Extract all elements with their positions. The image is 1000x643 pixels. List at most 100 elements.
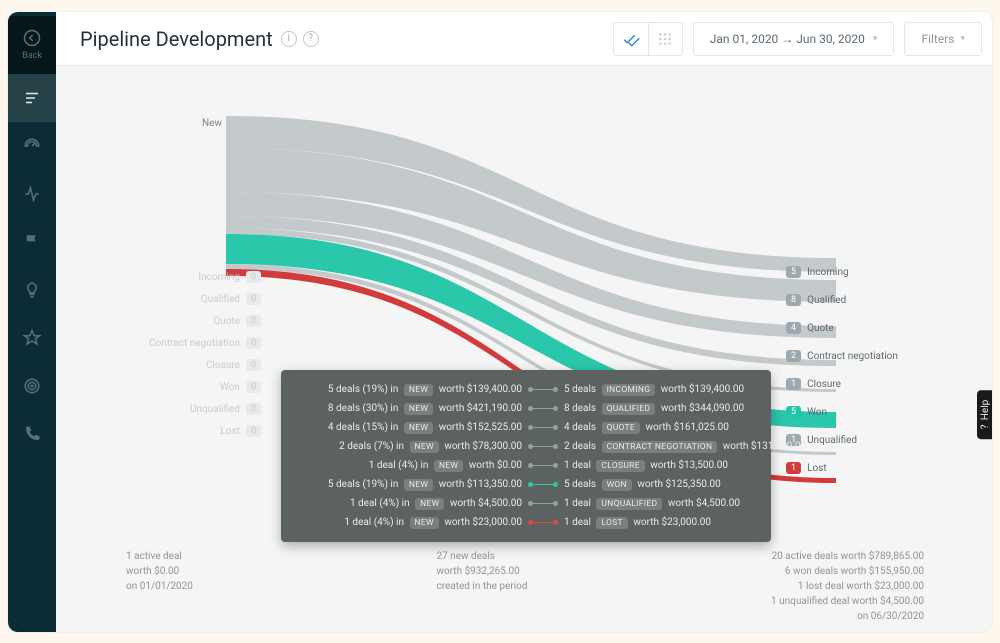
left-stage-row: Incoming0 <box>111 266 261 288</box>
right-stage-row[interactable]: 1Lost <box>786 454 936 482</box>
sidebar-item-call[interactable] <box>8 410 56 458</box>
help-icon[interactable]: ? <box>303 31 319 47</box>
footer-line: worth $0.00 <box>126 564 193 579</box>
filters-button[interactable]: Filters ▾ <box>904 22 982 56</box>
sidebar-item-sort[interactable] <box>8 74 56 122</box>
sidebar-item-star[interactable] <box>8 314 56 362</box>
stage-label: Contract negotiation <box>149 338 240 349</box>
tooltip-row: 4 deals (15%) in NEW worth $152,525.004 … <box>295 418 757 437</box>
left-stage-row: Qualified 0 <box>111 288 261 310</box>
right-stage-row[interactable]: 4 Quote <box>786 314 936 342</box>
chevron-down-icon: ▾ <box>873 34 878 44</box>
activity-icon <box>23 185 41 203</box>
footer-line: 1 lost deal worth $23,000.00 <box>771 579 924 594</box>
stage-label: Unqualified <box>190 404 240 415</box>
tooltip-right: 1 deal LOST worth $23,000.00 <box>556 517 757 528</box>
flag-icon <box>23 233 41 251</box>
stage-count-badge: 0 <box>246 337 261 349</box>
footer-line: on 06/30/2020 <box>771 609 924 624</box>
tooltip-left: 1 deal (4%) in NEW worth $4,500.00 <box>295 498 530 509</box>
stage-pill: NEW <box>410 441 439 453</box>
grid-icon <box>657 31 673 47</box>
stage-count-badge: 0 <box>246 403 261 415</box>
flow-connector <box>530 427 556 428</box>
flow-connector <box>530 522 556 523</box>
sidebar-item-idea[interactable] <box>8 266 56 314</box>
left-stage-row: Lost 0 <box>111 420 261 442</box>
right-stage-row[interactable]: 1Closure <box>786 370 936 398</box>
left-stage-list: Incoming0Qualified0Quote0Contract negoti… <box>111 266 261 442</box>
left-stage-row: Unqualified 0 <box>111 398 261 420</box>
chart-view-toggle[interactable] <box>614 23 648 55</box>
tooltip-row: 2 deals (7%) in NEW worth $78,300.002 de… <box>295 437 757 456</box>
stage-label: Contract negotiation <box>807 351 898 362</box>
back-button[interactable]: Back <box>8 16 56 74</box>
stage-pill: NEW <box>404 384 433 396</box>
stage-pill: NEW <box>415 498 444 510</box>
stage-label: Quote <box>807 323 834 334</box>
stage-pill: QUALIFIED <box>602 403 656 415</box>
sidebar-item-flag[interactable] <box>8 218 56 266</box>
filters-label: Filters <box>921 32 954 46</box>
stage-pill: NEW <box>404 479 433 491</box>
tooltip-right: 1 deal CLOSURE worth $13,500.00 <box>556 460 757 471</box>
tooltip-left: 5 deals (19%) in NEW worth $139,400.00 <box>295 384 530 395</box>
right-stage-row[interactable]: 1Unqualified <box>786 426 936 454</box>
stage-pill: NEW <box>404 422 433 434</box>
stage-pill: LOST <box>596 517 627 529</box>
stage-pill: QUOTE <box>602 422 641 434</box>
stage-label: Lost <box>220 426 240 437</box>
flow-connector <box>530 408 556 409</box>
tooltip-row: 1 deal (4%) in NEW worth $4,500.00 1 deal… <box>295 494 757 513</box>
right-stage-row[interactable]: 8Qualified <box>786 286 936 314</box>
stage-pill: NEW <box>404 403 433 415</box>
tooltip-left: 8 deals (30%) in NEW worth $421,190.00 <box>295 403 530 414</box>
sidebar-item-activity[interactable] <box>8 170 56 218</box>
sidebar-item-target[interactable] <box>8 362 56 410</box>
stage-pill: NEW <box>434 460 463 472</box>
sidebar: Back <box>8 12 56 632</box>
tooltip-right: 2 deals CONTRACT NEGOTIATION worth $131,… <box>556 441 806 452</box>
stage-count-badge: 0 <box>246 425 261 437</box>
stage-count-badge: 4 <box>786 322 801 334</box>
right-stage-row[interactable]: 5Won <box>786 398 936 426</box>
tooltip-left: 2 deals (7%) in NEW worth $78,300.00 <box>295 441 530 452</box>
page-title: Pipeline Development <box>80 27 273 51</box>
footer-line: on 01/01/2020 <box>126 579 193 594</box>
chevron-down-icon: ▾ <box>960 34 965 44</box>
help-tab[interactable]: ? Help <box>977 390 992 439</box>
flow-connector <box>530 503 556 504</box>
tooltip-row: 5 deals (19%) in NEW worth $113,350.005 … <box>295 475 757 494</box>
footer-line: 1 unqualified deal worth $4,500.00 <box>771 594 924 609</box>
footer-line: 1 active deal <box>126 549 193 564</box>
right-stage-row[interactable]: 2Contract negotiation <box>786 342 936 370</box>
footer-left: 1 active dealworth $0.00on 01/01/2020 <box>126 549 193 624</box>
header: Pipeline Development i ? Jan 01, 2020 → … <box>56 12 992 66</box>
sidebar-item-dashboard[interactable] <box>8 122 56 170</box>
stage-pill: UNQUALIFIED <box>596 498 662 510</box>
grid-view-toggle[interactable] <box>648 23 682 55</box>
date-range-picker[interactable]: Jan 01, 2020 → Jun 30, 2020 ▾ <box>693 22 895 56</box>
footer-line: 20 active deals worth $789,865.00 <box>771 549 924 564</box>
target-icon <box>23 377 41 395</box>
footer-right: 20 active deals worth $789,865.006 won d… <box>771 549 924 624</box>
stage-label: Closure <box>206 360 240 371</box>
arrow-left-icon <box>23 29 41 47</box>
footer-line: 27 new deals <box>436 549 527 564</box>
tooltip-right: 5 deals INCOMING worth $139,400.00 <box>556 384 757 395</box>
phone-icon <box>23 425 41 443</box>
stage-count-badge: 0 <box>246 271 261 283</box>
tooltip-row: 1 deal (4%) in NEW worth $23,000.001 dea… <box>295 513 757 532</box>
help-circle-icon: ? <box>980 424 991 429</box>
right-stage-row[interactable]: 5Incoming <box>786 258 936 286</box>
tooltip-right: 5 deals WON worth $125,350.00 <box>556 479 757 490</box>
info-icon[interactable]: i <box>281 31 297 47</box>
stage-count-badge: 1 <box>786 462 801 474</box>
tooltip-left: 4 deals (15%) in NEW worth $152,525.00 <box>295 422 530 433</box>
flow-connector <box>530 389 556 390</box>
tooltip-right: 1 deal UNQUALIFIED worth $4,500.00 <box>556 498 757 509</box>
view-toggle <box>613 22 683 56</box>
summary-footer: 1 active dealworth $0.00on 01/01/2020 27… <box>126 549 924 624</box>
stage-count-badge: 0 <box>246 293 261 305</box>
stage-label: Qualified <box>201 294 240 305</box>
